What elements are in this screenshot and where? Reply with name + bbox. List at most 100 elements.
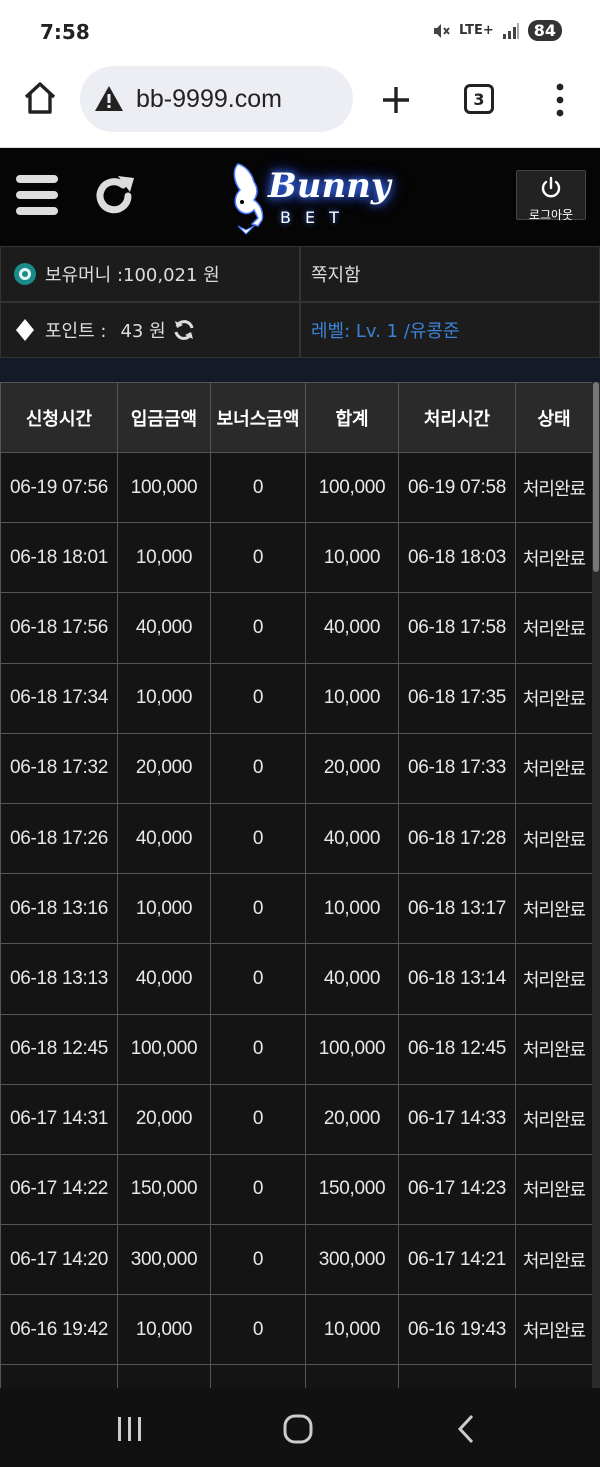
cell-bonus-amount: 0: [210, 662, 306, 734]
cell-request-time: 06-17 14:22: [0, 1153, 118, 1226]
cell-request-time: 06-16 19:42: [0, 1294, 118, 1366]
messages-label[interactable]: 쪽지함: [311, 261, 361, 287]
cell-total: 20,000: [305, 1083, 399, 1155]
cell-deposit-amount: 20,000: [117, 1083, 211, 1155]
info-row-money: 보유머니 :100,021 원 쪽지함: [0, 246, 600, 302]
address-bar[interactable]: bb-9999.com: [80, 66, 353, 132]
cell-deposit-amount: 40,000: [117, 943, 211, 1015]
cell-request-time: 06-18 17:56: [0, 592, 118, 664]
cell-process-time: 06-17 14:33: [398, 1083, 516, 1155]
warning-icon[interactable]: [94, 84, 124, 114]
cell-deposit-amount: 10,000: [117, 1294, 211, 1366]
site-logo[interactable]: Bunny BET: [228, 160, 391, 238]
scrollbar[interactable]: [592, 382, 600, 1388]
cell-total: 40,000: [305, 592, 399, 664]
cell-request-time: 06-18 17:32: [0, 732, 118, 804]
cell-total: 40,000: [305, 802, 399, 875]
table-row: [0, 1364, 592, 1388]
logout-button[interactable]: 로그아웃: [516, 170, 586, 222]
home-nav-icon[interactable]: [283, 1414, 313, 1444]
plus-icon[interactable]: [380, 84, 412, 116]
cell-bonus-amount: 0: [210, 1153, 306, 1226]
cell-process-time: 06-18 17:58: [398, 592, 516, 664]
hamburger-icon[interactable]: [14, 172, 60, 218]
header-status: 상태: [515, 382, 592, 453]
cell-status: 처리완료: [515, 1224, 592, 1296]
cell-status: 처리완료: [515, 1153, 592, 1226]
cell-request-time: 06-19 07:56: [0, 451, 118, 524]
cell-request-time: 06-18 17:26: [0, 802, 118, 875]
cell-status: 처리완료: [515, 522, 592, 594]
table-body: 06-19 07:56 100,000 0 100,000 06-19 07:58 처리완…: [0, 451, 592, 1388]
table-row: 06-17 14:20 300,000 0 300,000 06-17 14:21 처리완…: [0, 1224, 592, 1296]
mute-icon: [433, 23, 450, 38]
cell-total: 20,000: [305, 732, 399, 804]
cell-process-time: 06-18 17:35: [398, 662, 516, 734]
logo-text: Bunny: [268, 166, 391, 206]
cell-process-time: 06-18 17:33: [398, 732, 516, 804]
cell-bonus-amount: [210, 1364, 306, 1388]
table-row: 06-19 07:56 100,000 0 100,000 06-19 07:58 처리완…: [0, 451, 592, 524]
cell-deposit-amount: 10,000: [117, 873, 211, 945]
recent-apps-icon[interactable]: [116, 1416, 144, 1442]
refresh-icon[interactable]: [172, 318, 196, 342]
cell-bonus-amount: 0: [210, 1083, 306, 1155]
status-time: 7:58: [40, 20, 90, 44]
messages-cell[interactable]: 쪽지함: [300, 246, 600, 302]
reload-icon[interactable]: [90, 172, 138, 220]
cell-status: 처리완료: [515, 662, 592, 734]
system-nav-bar: [0, 1388, 600, 1467]
info-row-points: 포인트 : 43 원 레벨: Lv. 1 /유콩준: [0, 302, 600, 358]
cell-deposit-amount: 10,000: [117, 662, 211, 734]
cell-total: 10,000: [305, 662, 399, 734]
cell-bonus-amount: 0: [210, 1294, 306, 1366]
cell-bonus-amount: 0: [210, 732, 306, 804]
cell-process-time: 06-17 14:21: [398, 1224, 516, 1296]
table-header-row: 신청시간 입금금액 보너스금액 합계 처리시간 상태: [0, 382, 592, 453]
cell-status: [515, 1364, 592, 1388]
cell-request-time: 06-18 12:45: [0, 1013, 118, 1085]
cell-status: 처리완료: [515, 592, 592, 664]
cell-total: 10,000: [305, 873, 399, 945]
table-row: 06-18 17:56 40,000 0 40,000 06-18 17:58 처리완료: [0, 592, 592, 664]
cell-request-time: 06-18 17:34: [0, 662, 118, 734]
cell-deposit-amount: 100,000: [117, 1013, 211, 1085]
cell-deposit-amount: 40,000: [117, 592, 211, 664]
cell-bonus-amount: 0: [210, 1224, 306, 1296]
section-divider: [0, 358, 600, 382]
cell-bonus-amount: 0: [210, 522, 306, 594]
cell-bonus-amount: 0: [210, 802, 306, 875]
home-icon[interactable]: [22, 80, 58, 116]
header-total: 합계: [305, 382, 399, 453]
site-header: Bunny BET 로그아웃: [0, 148, 600, 246]
cell-bonus-amount: 0: [210, 943, 306, 1015]
more-options-icon[interactable]: [550, 82, 570, 118]
cell-status: 처리완료: [515, 802, 592, 875]
logout-label: 로그아웃: [528, 208, 574, 222]
status-bar: 7:58 LTE+ 84: [0, 0, 600, 62]
deposit-history-table: 신청시간 입금금액 보너스금액 합계 처리시간 상태 06-19 07:56 100,000…: [0, 382, 592, 1388]
table-row: 06-18 17:34 10,000 0 10,000 06-18 17:35 처리완료: [0, 662, 592, 734]
cell-deposit-amount: 10,000: [117, 522, 211, 594]
battery-indicator: 84: [527, 20, 562, 41]
cell-bonus-amount: 0: [210, 451, 306, 524]
money-label: 보유머니 :100,021 원: [45, 265, 220, 286]
cell-process-time: 06-17 14:23: [398, 1153, 516, 1226]
level-cell[interactable]: 레벨: Lv. 1 /유콩준: [300, 302, 600, 358]
back-nav-icon[interactable]: [456, 1414, 476, 1444]
browser-toolbar: bb-9999.com 3: [0, 62, 600, 148]
cell-bonus-amount: 0: [210, 592, 306, 664]
table-row: 06-18 12:45 100,000 0 100,000 06-18 12:45 처리완…: [0, 1013, 592, 1085]
cell-process-time: 06-18 13:17: [398, 873, 516, 945]
money-cell: 보유머니 :100,021 원: [0, 246, 300, 302]
level-label[interactable]: 레벨: Lv. 1 /유콩준: [311, 317, 460, 343]
scrollbar-thumb[interactable]: [593, 382, 599, 572]
tab-switcher-button[interactable]: 3: [464, 84, 494, 114]
cell-request-time: 06-17 14:31: [0, 1083, 118, 1155]
table-row: 06-18 13:16 10,000 0 10,000 06-18 13:17 처리완료: [0, 873, 592, 945]
header-deposit-amount: 입금금액: [117, 382, 211, 453]
cell-request-time: 06-18 13:16: [0, 873, 118, 945]
diamond-icon: [16, 319, 34, 341]
cell-total: 150,000: [305, 1153, 399, 1226]
cell-status: 처리완료: [515, 1294, 592, 1366]
